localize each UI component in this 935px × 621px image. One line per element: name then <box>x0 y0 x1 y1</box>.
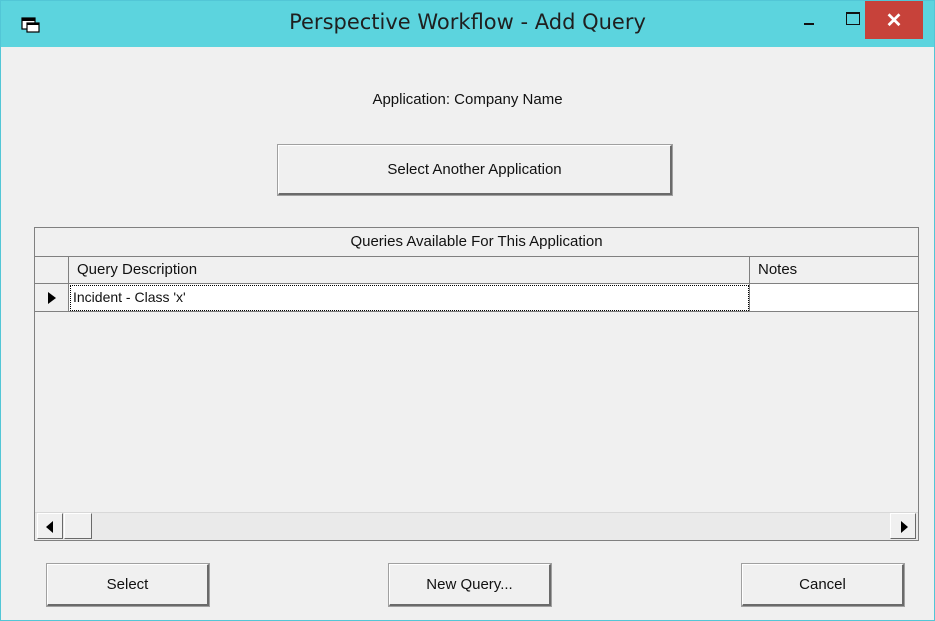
queries-grid[interactable]: Queries Available For This Application Q… <box>34 227 919 541</box>
maximize-icon <box>846 12 860 25</box>
cell-notes[interactable] <box>750 284 918 312</box>
column-header-notes[interactable]: Notes <box>750 257 918 284</box>
select-button[interactable]: Select <box>46 563 210 607</box>
new-query-button[interactable]: New Query... <box>388 563 552 607</box>
close-button[interactable]: ✕ <box>865 1 923 39</box>
scroll-left-button[interactable] <box>37 513 63 539</box>
title-bar[interactable]: Perspective Workflow - Add Query ✕ <box>1 1 934 47</box>
scroll-right-icon <box>901 521 908 533</box>
cancel-button[interactable]: Cancel <box>741 563 905 607</box>
select-another-application-button[interactable]: Select Another Application <box>277 144 673 196</box>
minimize-button[interactable] <box>786 1 832 39</box>
scrollbar-thumb[interactable] <box>64 513 92 539</box>
column-header-query-description[interactable]: Query Description <box>69 257 750 284</box>
horizontal-scrollbar[interactable] <box>35 512 918 540</box>
close-icon: ✕ <box>885 10 903 32</box>
grid-caption: Queries Available For This Application <box>35 228 918 257</box>
cell-query-description[interactable]: Incident - Class 'x' <box>69 284 750 312</box>
row-selector-header <box>35 257 69 284</box>
scroll-left-icon <box>46 521 53 533</box>
row-selector[interactable] <box>35 284 69 312</box>
minimize-icon <box>804 23 814 25</box>
table-row[interactable]: Incident - Class 'x' <box>35 284 918 312</box>
scroll-right-button[interactable] <box>890 513 916 539</box>
current-row-arrow-icon <box>48 292 56 304</box>
add-query-window: Perspective Workflow - Add Query ✕ Appli… <box>0 0 935 621</box>
application-label: Application: Company Name <box>372 91 563 108</box>
